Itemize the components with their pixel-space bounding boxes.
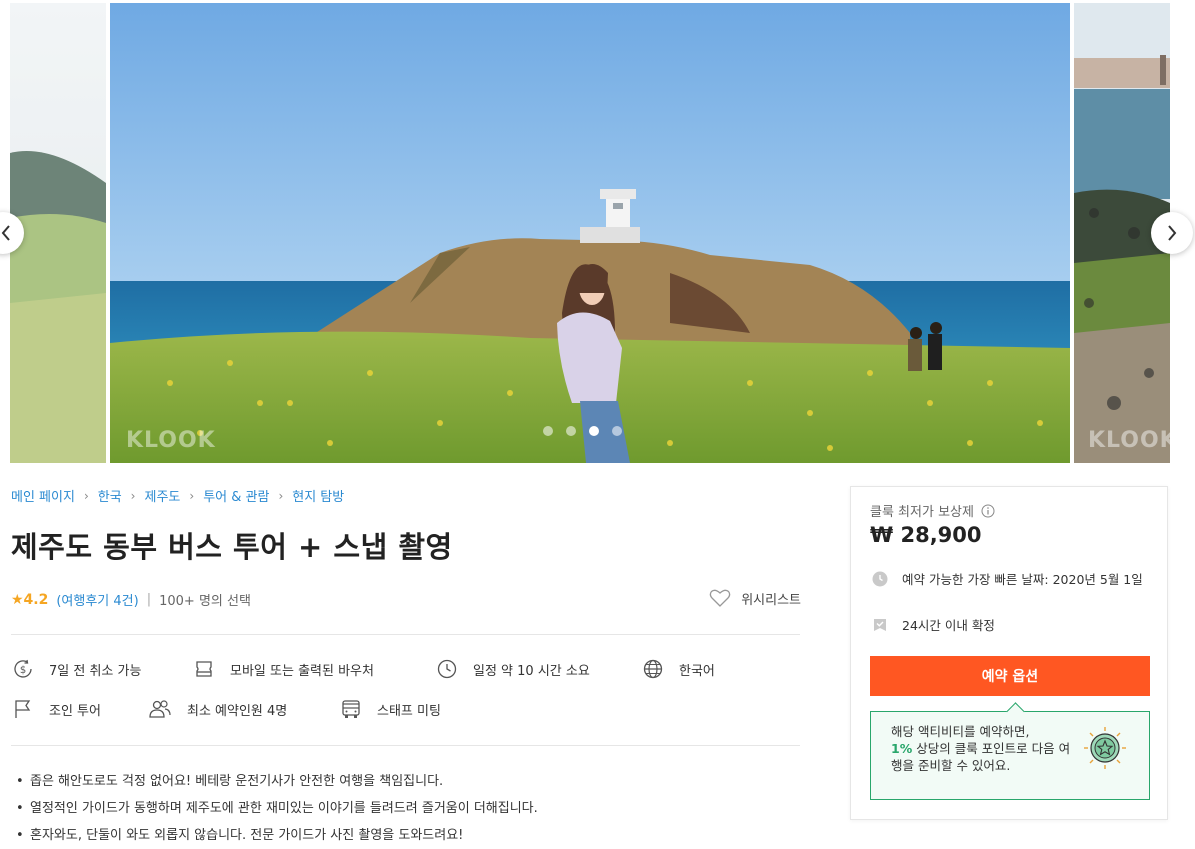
book-options-button[interactable]: 예약 옵션 — [870, 656, 1150, 696]
feature-label: 스태프 미팅 — [377, 703, 441, 719]
chevron-left-icon — [1, 225, 10, 241]
reward-text-post: 상당의 클룩 포인트로 다음 여행을 준비할 수 있어요. — [891, 741, 1071, 773]
reward-text-pre: 해당 액티비티를 예약하면, — [891, 724, 1030, 739]
breadcrumb-jeju[interactable]: 제주도 — [144, 486, 180, 505]
previous-slide-photo — [10, 3, 106, 463]
breadcrumb-home[interactable]: 메인 페이지 — [11, 486, 75, 505]
check-badge-icon — [874, 619, 886, 631]
feature-label: 조인 투어 — [49, 703, 101, 719]
feature-staff-meeting: 스태프 미팅 — [340, 698, 441, 720]
gallery-slide-current[interactable]: KLOOK — [110, 3, 1070, 463]
ticket-icon — [196, 661, 212, 677]
divider — [11, 745, 800, 746]
breadcrumb: 메인 페이지 › 한국 › 제주도 › 투어 & 관람 › 현지 탐방 — [11, 486, 344, 506]
info-icon[interactable] — [981, 504, 995, 518]
feature-label: 7일 전 취소 가능 — [49, 663, 142, 679]
clock-icon — [437, 659, 457, 679]
wishlist-button[interactable]: 위시리스트 — [709, 588, 801, 608]
gallery-prev-button[interactable] — [0, 212, 24, 254]
list-item: 좁은 해안도로도 걱정 없어요! 베테랑 운전기사가 안전한 여행을 책임집니다… — [14, 768, 538, 795]
breadcrumb-korea[interactable]: 한국 — [98, 486, 122, 505]
feature-duration: 일정 약 10 시간 소요 — [436, 658, 590, 680]
rating-separator: | — [146, 592, 152, 607]
feature-language: 한국어 — [642, 658, 715, 680]
feature-label: 모바일 또는 출력된 바우처 — [230, 663, 374, 679]
feature-label: 한국어 — [679, 663, 715, 679]
earliest-date-info: 예약 가능한 가장 빠른 날짜: 2020년 5월 1일 — [872, 569, 1157, 591]
flag-icon — [15, 700, 31, 718]
dollar-cancel-icon: $ — [14, 659, 32, 678]
best-price-label: 클룩 최저가 보상제 — [870, 505, 974, 520]
gallery-pagination — [543, 426, 622, 436]
klook-points-icon — [1084, 727, 1126, 769]
reward-points-box: 해당 액티비티를 예약하면, 1% 상당의 클룩 포인트로 다음 여행을 준비할 … — [870, 711, 1150, 800]
chevron-right-icon: › — [278, 488, 284, 503]
chevron-right-icon: › — [83, 488, 89, 503]
reward-percent: 1% — [891, 741, 913, 756]
price: ₩ 28,900 — [870, 523, 982, 547]
feature-join-tour: 조인 투어 — [12, 698, 101, 720]
highlights-list: 좁은 해안도로도 걱정 없어요! 베테랑 운전기사가 안전한 여행을 책임집니다… — [14, 768, 538, 849]
photo-gallery: KLOOK KLOOK — [0, 0, 1195, 464]
divider — [11, 634, 800, 635]
reviews-link[interactable]: (여행후기 4건) — [56, 590, 138, 609]
booking-card: 클룩 최저가 보상제 ₩ 28,900 예약 가능한 가장 빠른 날짜: 202… — [850, 486, 1168, 820]
confirmation-text: 24시간 이내 확정 — [902, 618, 995, 633]
globe-icon — [643, 659, 663, 679]
chevron-right-icon — [1168, 225, 1177, 241]
list-item: 열정적인 가이드가 동행하며 제주도에 관한 재미있는 이야기를 들려드려 즐거… — [14, 795, 538, 822]
booked-count: 100+ 명의 선택 — [159, 594, 251, 609]
svg-text:$: $ — [20, 665, 26, 676]
earliest-date-text: 예약 가능한 가장 빠른 날짜: 2020년 5월 1일 — [902, 572, 1143, 587]
heart-icon — [709, 589, 731, 607]
page-title: 제주도 동부 버스 투어 + 스냅 촬영 — [11, 530, 453, 564]
group-icon — [149, 700, 171, 718]
chevron-right-icon: › — [130, 488, 136, 503]
rating-row: ★4.2 (여행후기 4건) | 100+ 명의 선택 위시리스트 — [11, 588, 801, 609]
feature-min-group: 최소 예약인원 4명 — [148, 698, 287, 720]
confirmation-info: 24시간 이내 확정 — [872, 615, 1157, 637]
feature-label: 일정 약 10 시간 소요 — [473, 663, 590, 679]
feature-label: 최소 예약인원 4명 — [187, 703, 288, 719]
gallery-next-button[interactable] — [1151, 212, 1193, 254]
wishlist-label: 위시리스트 — [741, 592, 801, 608]
jeju-seongsan-photo — [110, 3, 1070, 463]
bus-icon — [342, 700, 360, 718]
reward-text: 해당 액티비티를 예약하면, 1% 상당의 클룩 포인트로 다음 여행을 준비할 … — [891, 723, 1071, 774]
feature-voucher: 모바일 또는 출력된 바우처 — [193, 658, 374, 680]
gallery-dot-active[interactable] — [589, 426, 599, 436]
gallery-dot[interactable] — [612, 426, 622, 436]
klook-watermark-next: KLOOK — [1088, 428, 1170, 453]
feature-cancellation: $ 7일 전 취소 가능 — [12, 658, 141, 680]
best-price-guarantee[interactable]: 클룩 최저가 보상제 — [870, 501, 995, 520]
gallery-dot[interactable] — [566, 426, 576, 436]
gallery-slide-previous[interactable] — [10, 3, 106, 463]
breadcrumb-tours[interactable]: 투어 & 관람 — [203, 486, 269, 505]
rating-score: ★4.2 — [11, 591, 49, 608]
gallery-dot[interactable] — [543, 426, 553, 436]
breadcrumb-local-tour[interactable]: 현지 탐방 — [292, 486, 344, 505]
clock-icon — [872, 571, 888, 587]
klook-watermark: KLOOK — [126, 428, 216, 453]
chevron-right-icon: › — [189, 488, 195, 503]
